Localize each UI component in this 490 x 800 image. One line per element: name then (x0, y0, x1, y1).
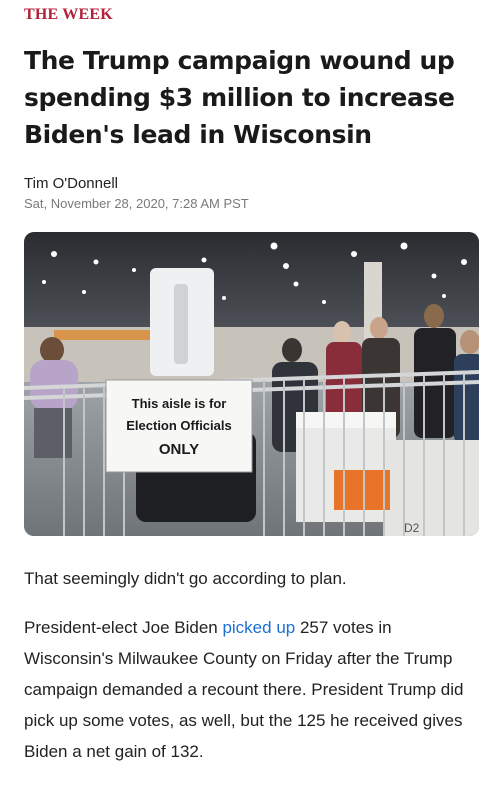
box-marking: D2 (404, 521, 420, 535)
article-author[interactable]: Tim O'Donnell (24, 175, 118, 192)
sign-line-3: ONLY (159, 441, 199, 458)
p2-text-after: 257 votes in Wisconsin's Milwaukee Count… (24, 618, 464, 761)
publisher-logo[interactable]: THE WEEK (24, 6, 113, 24)
sign-line-1: This aisle is for (132, 396, 227, 411)
body-paragraph-1: That seemingly didn't go according to pl… (24, 569, 347, 588)
article-hero-image[interactable]: D2 This aisle is for Election Officials … (24, 232, 479, 536)
article-headline: The Trump campaign wound up spending $3 … (24, 46, 455, 149)
aisle-sign: This aisle is for Election Officials ONL… (105, 379, 253, 473)
recount-photo: D2 This aisle is for Election Officials … (24, 232, 479, 536)
picked-up-link[interactable]: picked up (222, 618, 295, 637)
body-paragraph-2: President-elect Joe Biden picked up 257 … (24, 612, 470, 767)
article-date: Sat, November 28, 2020, 7:28 AM PST (24, 196, 249, 211)
p2-text-before: President-elect Joe Biden (24, 618, 223, 637)
sign-line-2: Election Officials (126, 418, 231, 433)
